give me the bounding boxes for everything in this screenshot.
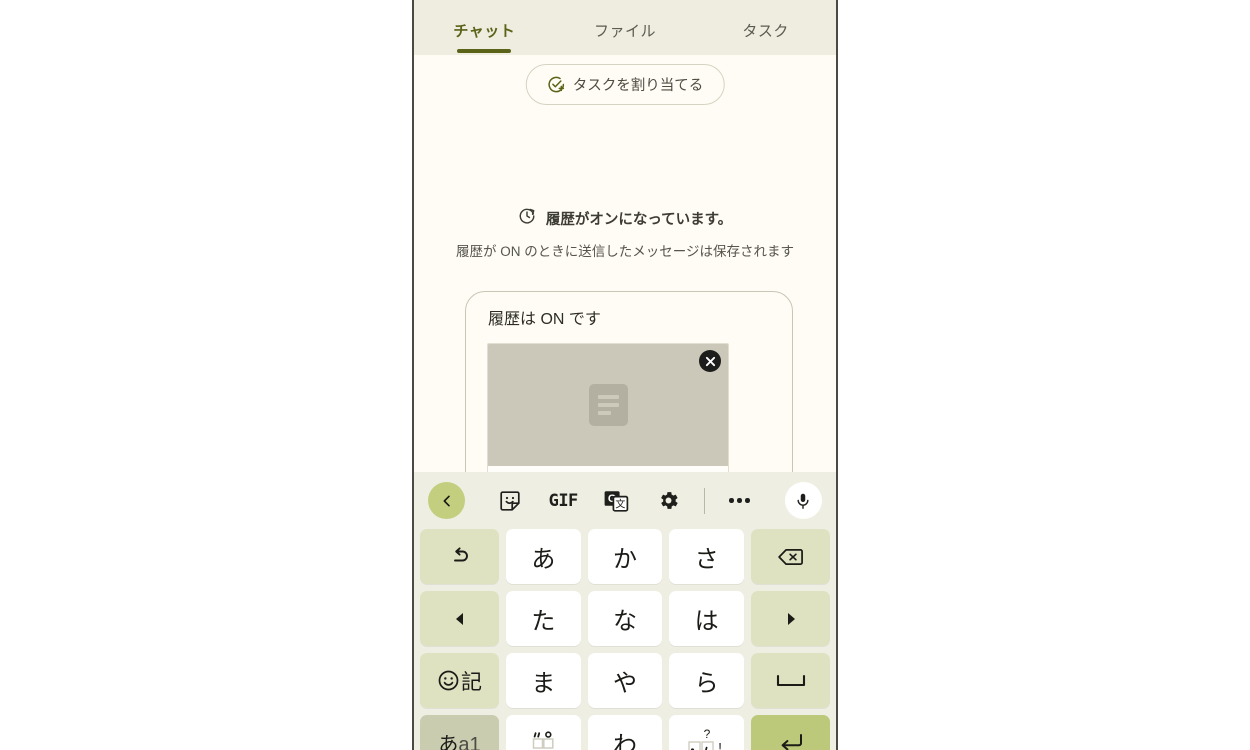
chat-body: タスクを割り当てる 履歴がオンになっています。 履歴が ON のときに送信したメ… <box>414 55 836 525</box>
more-options-button[interactable] <box>713 498 766 503</box>
more-options-icon <box>729 498 750 503</box>
history-notice-title-row: 履歴がオンになっています。 <box>414 207 836 229</box>
input-mode-key[interactable]: あ a1 <box>420 715 499 750</box>
key-ta[interactable]: た <box>506 591 581 646</box>
dakuten-key[interactable] <box>506 715 581 750</box>
cursor-left-key[interactable] <box>420 591 499 646</box>
key-na[interactable]: な <box>587 591 663 646</box>
keyboard-rows: あ か さ た な は 記 ま や ら あ a1 わ ? ! <box>414 529 836 750</box>
punctuation-icon: ? ! <box>687 728 722 750</box>
tab-chat-label: チャット <box>453 23 516 40</box>
translate-icon: G 文 <box>604 490 629 512</box>
remove-attachment-button[interactable] <box>699 350 721 372</box>
message-text: 履歴は ON です <box>488 311 601 328</box>
key-ka[interactable]: か <box>587 529 663 584</box>
history-notice-title: 履歴がオンになっています。 <box>545 211 733 228</box>
gif-button[interactable]: GIF <box>537 491 590 511</box>
keyboard-row-4: あ a1 わ ? ! <box>420 715 831 750</box>
input-mode-label: あ a1 <box>438 734 481 750</box>
space-key[interactable] <box>751 653 831 708</box>
tab-chat[interactable]: チャット <box>414 0 555 55</box>
back-chevron-icon <box>443 495 450 506</box>
key-wa[interactable]: わ <box>587 715 663 750</box>
assign-task-label: タスクを割り当てる <box>572 78 704 94</box>
sticker-icon <box>500 490 521 511</box>
enter-icon <box>781 733 802 750</box>
translate-button[interactable]: G 文 <box>590 489 643 513</box>
svg-text:文: 文 <box>615 497 625 510</box>
assign-task-button[interactable]: タスクを割り当てる <box>525 64 725 105</box>
document-placeholder-icon <box>588 384 628 426</box>
svg-text:!: ! <box>718 740 722 750</box>
history-notice-subtitle: 履歴が ON のときに送信したメッセージは保存されます <box>456 244 794 259</box>
dakuten-label <box>532 730 554 750</box>
microphone-icon <box>797 493 809 509</box>
microphone-icon-wrap <box>784 482 822 519</box>
svg-text:?: ? <box>703 728 710 741</box>
arrow-right-icon <box>787 612 795 625</box>
tab-files-label: ファイル <box>594 23 657 40</box>
close-icon <box>705 356 715 366</box>
space-icon <box>776 674 805 686</box>
undo-key[interactable] <box>420 529 499 584</box>
check-circle-plus-icon <box>547 75 566 94</box>
history-clock-icon <box>518 207 536 229</box>
key-ra[interactable]: ら <box>669 653 745 708</box>
page-root: チャット ファイル タスク タスクを割り当てる 履歴がオンになっています。 履歴… <box>0 0 1250 750</box>
enter-key[interactable] <box>751 715 831 750</box>
backspace-key[interactable] <box>751 529 831 584</box>
arrow-left-icon <box>455 612 463 625</box>
voice-input-button[interactable] <box>766 482 822 519</box>
keyboard-toolbar: GIF G 文 <box>414 472 836 529</box>
keyboard-settings-button[interactable] <box>642 489 695 512</box>
tab-active-underline <box>457 49 512 53</box>
phone-screenshot: チャット ファイル タスク タスクを割り当てる 履歴がオンになっています。 履歴… <box>412 0 838 750</box>
keyboard-back-button[interactable] <box>428 482 484 519</box>
backspace-icon <box>778 548 803 565</box>
key-ya[interactable]: や <box>587 653 663 708</box>
tab-bar: チャット ファイル タスク <box>414 0 836 55</box>
key-a[interactable]: あ <box>506 529 581 584</box>
key-ma[interactable]: ま <box>506 653 581 708</box>
cursor-right-key[interactable] <box>751 591 831 646</box>
emoji-symbol-key[interactable]: 記 <box>420 653 499 708</box>
sticker-button[interactable] <box>484 489 537 513</box>
keyboard-row-2: た な は <box>420 591 831 646</box>
emoji-face-icon <box>438 670 459 691</box>
dakuten-icon <box>533 730 554 749</box>
tab-tasks[interactable]: タスク <box>695 0 836 55</box>
toolbar-divider <box>695 487 713 514</box>
tab-tasks-label: タスク <box>742 23 789 40</box>
tab-files[interactable]: ファイル <box>555 0 696 55</box>
attachment-thumbnail <box>488 344 728 466</box>
key-ha[interactable]: は <box>669 591 745 646</box>
key-sa[interactable]: さ <box>669 529 745 584</box>
keyboard: GIF G 文 あ か さ た な は 記 ま や ら あ a1 わ ? ! <box>414 472 836 750</box>
punctuation-key[interactable]: ? ! <box>669 715 745 750</box>
keyboard-row-3: 記 ま や ら <box>420 653 831 708</box>
symbol-key-label: 記 <box>461 670 482 694</box>
history-notice: 履歴がオンになっています。 履歴が ON のときに送信したメッセージは保存されま… <box>414 207 836 260</box>
gif-icon: GIF <box>548 490 579 511</box>
back-chevron-icon-wrap <box>428 482 465 519</box>
undo-icon <box>453 546 468 561</box>
settings-gear-icon <box>661 492 678 509</box>
keyboard-row-1: あ か さ <box>420 529 831 584</box>
